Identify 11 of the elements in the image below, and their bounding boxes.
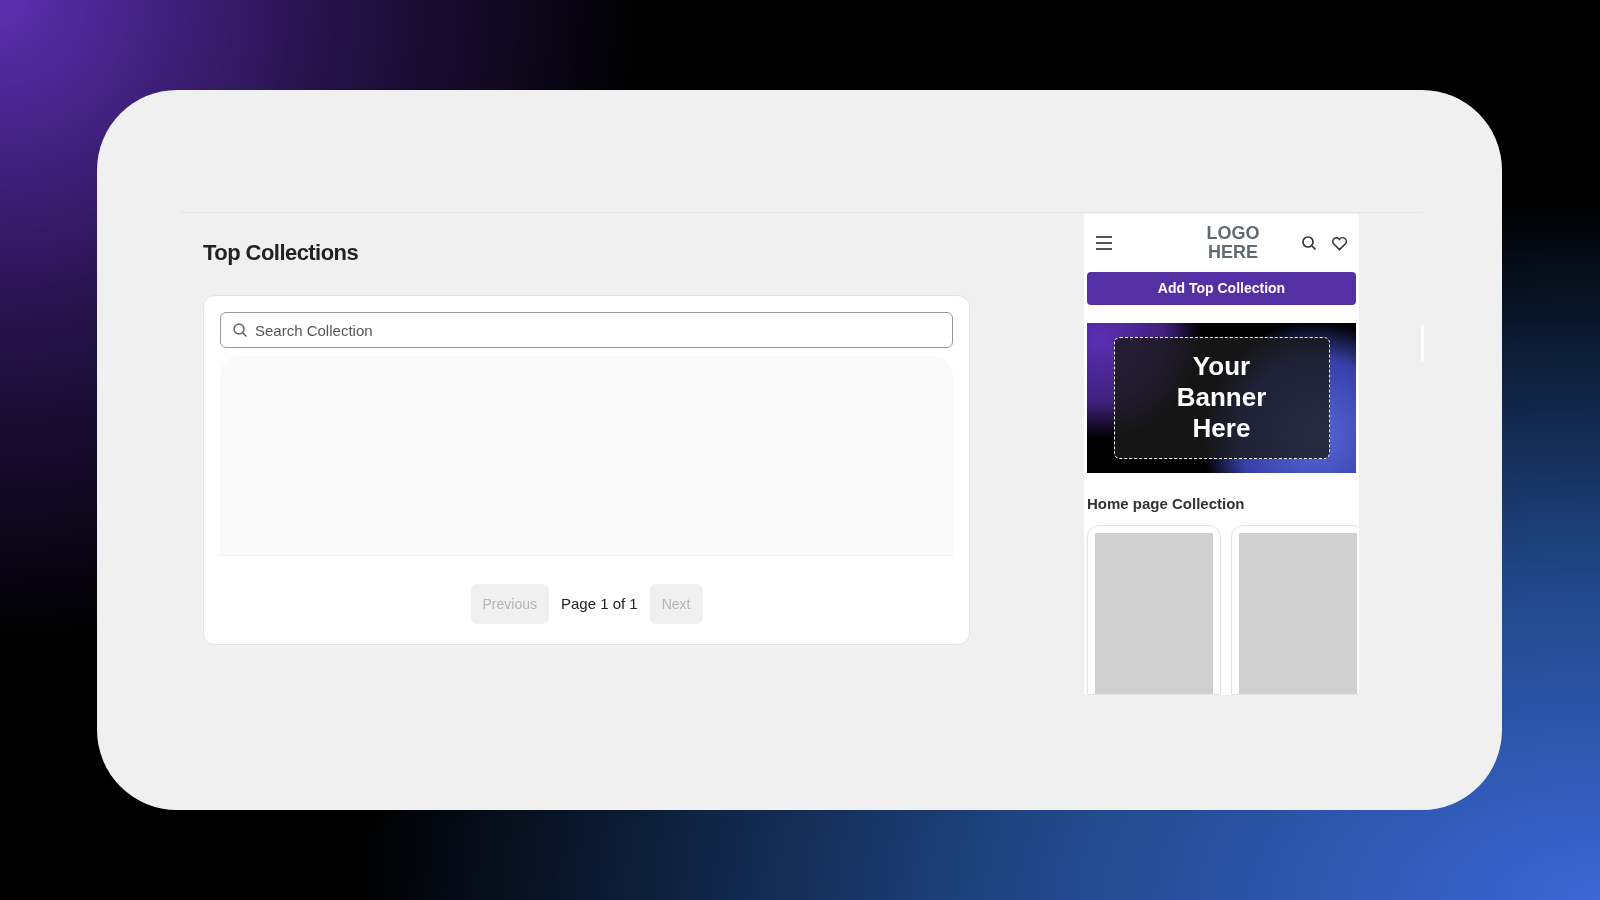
section-title: Home page Collection	[1087, 493, 1246, 514]
search-icon	[232, 322, 248, 338]
logo: LOGO HERE	[1206, 224, 1260, 263]
search-icon[interactable]	[1301, 235, 1317, 252]
page-indicator: Page 1 of 1	[559, 593, 639, 614]
heart-icon[interactable]	[1331, 235, 1348, 251]
banner-drop-zone[interactable]: Your Banner Here	[1113, 336, 1330, 459]
menu-icon[interactable]	[1095, 236, 1113, 251]
page-title: Top Collections	[203, 239, 360, 267]
search-field[interactable]: Search Collection	[220, 312, 953, 348]
add-collection-button[interactable]: Add Top Collection	[1087, 272, 1356, 305]
